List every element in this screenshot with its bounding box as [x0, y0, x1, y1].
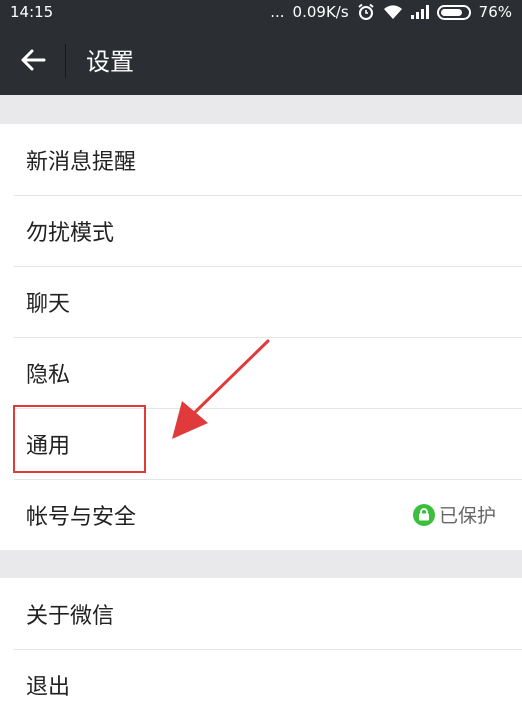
settings-item-label: 勿扰模式 [26, 220, 115, 246]
status-dots: ... [270, 3, 285, 21]
status-bar: 14:15 ... 0.09K/s 76% [0, 0, 522, 24]
settings-item-label: 聊天 [26, 291, 71, 317]
settings-item-logout[interactable]: 退出 [0, 649, 522, 720]
settings-item-label: 新消息提醒 [26, 149, 137, 175]
status-icons: ... 0.09K/s 76% [270, 0, 512, 24]
alarm-icon [358, 3, 374, 20]
wifi-icon [383, 5, 402, 19]
settings-group-secondary: 关于微信 退出 [0, 578, 522, 720]
battery-icon [436, 4, 471, 20]
settings-item-do-not-disturb[interactable]: 勿扰模式 [0, 195, 522, 266]
signal-icon [410, 5, 429, 19]
settings-item-label: 退出 [26, 674, 71, 700]
annotation-arrow-icon [172, 339, 270, 439]
annotation-highlight-box [13, 405, 146, 473]
protection-status: 已保护 [412, 501, 496, 528]
back-arrow-icon [21, 49, 46, 70]
settings-item-about[interactable]: 关于微信 [0, 578, 522, 649]
back-button[interactable] [0, 24, 66, 95]
status-time: 14:15 [10, 3, 54, 21]
app-header: 设置 [0, 24, 522, 95]
settings-item-label: 关于微信 [26, 603, 115, 629]
settings-item-chat[interactable]: 聊天 [0, 266, 522, 337]
settings-item-account-security[interactable]: 帐号与安全 已保护 [0, 479, 522, 550]
protection-status-text: 已保护 [438, 505, 496, 527]
settings-item-label: 隐私 [26, 362, 71, 388]
settings-item-label: 帐号与安全 [26, 504, 137, 530]
battery-percent: 76% [478, 3, 512, 21]
net-speed: 0.09K/s [292, 3, 349, 21]
page-title: 设置 [86, 48, 134, 76]
lock-icon [412, 503, 435, 526]
settings-item-notifications[interactable]: 新消息提醒 [0, 124, 522, 195]
